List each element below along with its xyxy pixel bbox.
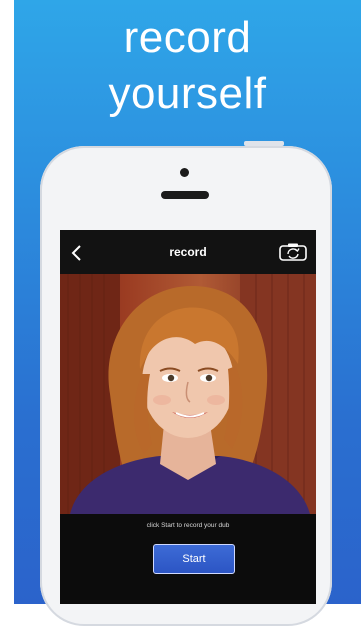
front-camera	[180, 168, 189, 177]
nav-bar: record	[60, 230, 316, 274]
earpiece-speaker	[161, 191, 209, 199]
record-hint: click Start to record your dub	[146, 522, 230, 529]
camera-preview	[60, 274, 316, 514]
start-button[interactable]: Start	[153, 544, 235, 574]
headline-line-1: record	[123, 13, 252, 62]
camera-switch-icon[interactable]	[278, 242, 308, 262]
app-screen: record click Start to record your dub St…	[60, 230, 316, 604]
chevron-left-icon[interactable]	[70, 244, 84, 262]
headline-line-2: yourself	[108, 69, 267, 118]
camera-preview-image	[60, 274, 316, 514]
